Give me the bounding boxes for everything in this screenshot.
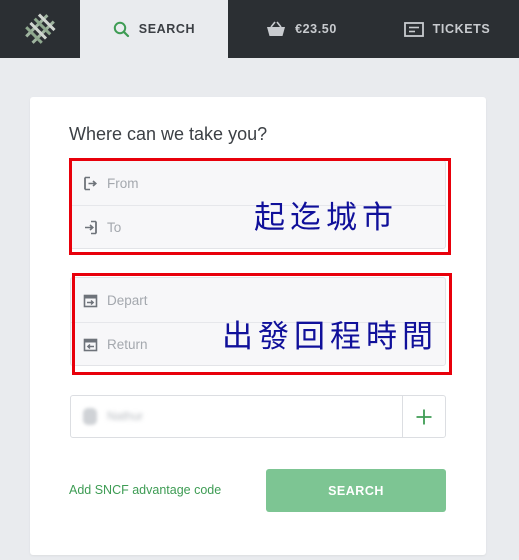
passenger-name: Nathur xyxy=(107,409,144,423)
page-title: Where can we take you? xyxy=(69,124,268,144)
tab-search-label: SEARCH xyxy=(138,22,196,36)
top-navigation-bar: SEARCH €23.50 TICKETS xyxy=(0,0,519,58)
add-sncf-advantage-code-link[interactable]: Add SNCF advantage code xyxy=(69,483,221,497)
tab-tickets[interactable]: TICKETS xyxy=(375,0,519,58)
basket-icon xyxy=(267,21,286,36)
cities-annotation-label: 起迄城市 xyxy=(254,200,398,236)
search-icon xyxy=(113,21,129,37)
tab-search[interactable]: SEARCH xyxy=(80,0,228,58)
plus-icon xyxy=(416,409,432,424)
add-passenger-button[interactable] xyxy=(402,396,445,437)
search-button[interactable]: SEARCH xyxy=(266,469,446,512)
tab-basket[interactable]: €23.50 xyxy=(228,0,375,58)
search-card: Where can we take you? From To Depart Re… xyxy=(30,97,486,555)
passenger-selector[interactable]: Nathur xyxy=(70,395,446,438)
ticket-icon xyxy=(403,21,424,37)
basket-total: €23.50 xyxy=(295,22,337,36)
app-logo[interactable] xyxy=(0,0,80,58)
passenger-avatar xyxy=(83,408,97,425)
tab-tickets-label: TICKETS xyxy=(432,22,491,36)
railway-track-logo-icon xyxy=(25,13,56,44)
dates-annotation-label: 出發回程時間 xyxy=(222,319,438,355)
